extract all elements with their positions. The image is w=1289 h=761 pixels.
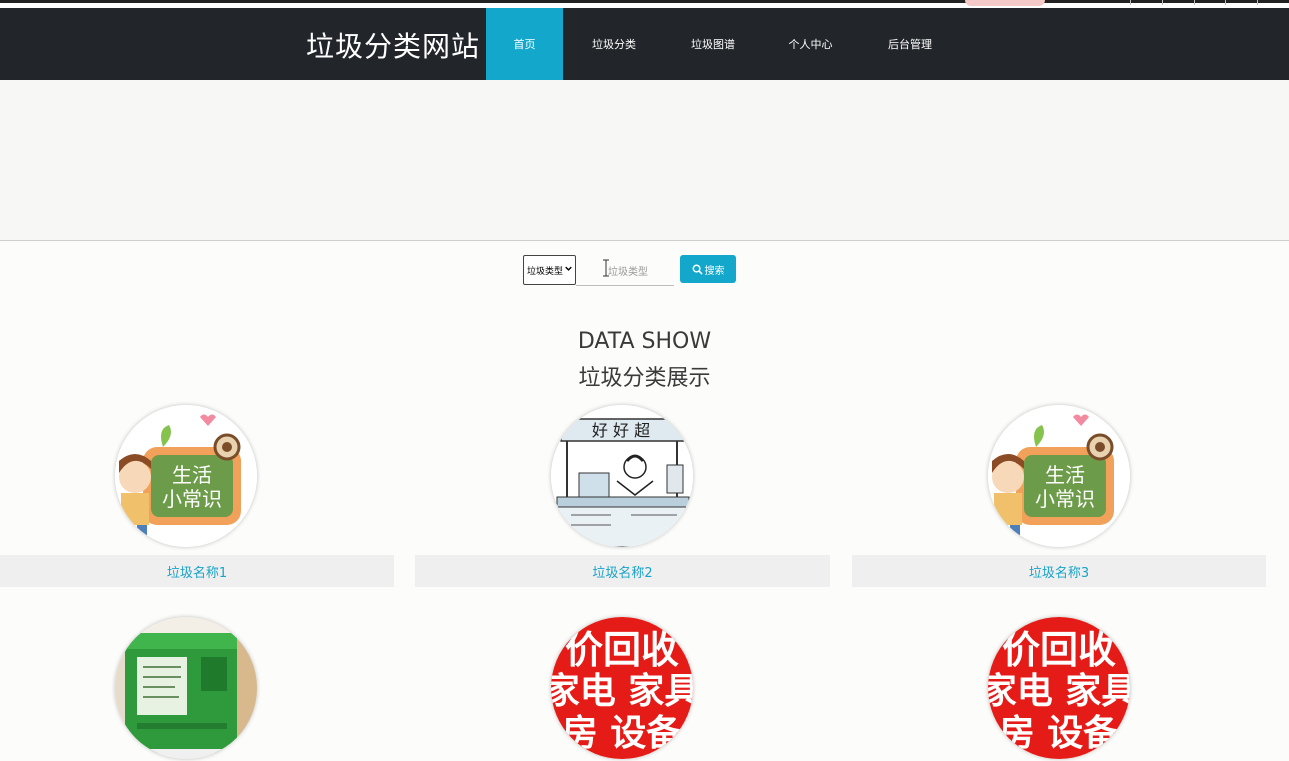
item-image-recycle-bin[interactable] [115,617,257,759]
svg-text:生活: 生活 [172,463,212,487]
type-select[interactable]: 垃圾类型 [523,255,576,285]
banner-area [0,80,1289,241]
item-caption-1[interactable]: 垃圾名称1 [0,555,394,587]
svg-text:家电 家具: 家电 家具 [988,671,1130,712]
nav-item-home[interactable]: 首页 [486,8,563,80]
navbar: 垃圾分类网站 首页 垃圾分类 垃圾图谱 个人中心 后台管理 [0,8,1289,80]
item-caption-3[interactable]: 垃圾名称3 [852,555,1266,587]
nav-item-admin[interactable]: 后台管理 [860,8,960,80]
browser-top-strip [0,0,1289,8]
svg-text:小常识: 小常识 [1035,487,1095,511]
recycle-ad-illustration: 价回收 家电 家具 房 设备 [988,617,1130,759]
life-tips-illustration: 生活 小常识 [115,405,257,547]
type-select-value: 垃圾类型 [527,266,564,277]
search-icon [692,264,703,275]
recycle-bin-photo [115,617,257,759]
item-name-1: 垃圾名称1 [166,565,228,581]
chevron-down-icon [565,266,572,271]
svg-text:家电 家具: 家电 家具 [551,671,693,712]
search-input[interactable]: 垃圾类型 [576,255,674,286]
svg-text:价回收: 价回收 [1002,628,1116,672]
svg-text:房 设备: 房 设备 [562,713,684,754]
item-caption-2[interactable]: 垃圾名称2 [415,555,830,587]
tab-edge [965,0,1045,6]
sketch-vendor-illustration: 好 好 超 [551,405,693,547]
svg-text:生活: 生活 [1045,463,1085,487]
svg-text:价回收: 价回收 [565,628,679,672]
item-image-life-tips[interactable]: 生活 小常识 [115,405,257,547]
item-name-3: 垃圾名称3 [1028,565,1090,581]
main-nav: 首页 垃圾分类 垃圾图谱 个人中心 后台管理 [486,8,960,80]
search-button-label: 搜索 [704,265,725,277]
section-title-zh: 垃圾分类展示 [578,366,711,391]
site-brand[interactable]: 垃圾分类网站 [306,25,480,65]
svg-text:房 设备: 房 设备 [999,713,1121,754]
item-name-2: 垃圾名称2 [592,565,653,581]
item-image-sketch[interactable]: 好 好 超 [551,405,693,547]
item-image-recycle-ad[interactable]: 价回收 家电 家具 房 设备 [551,617,693,759]
recycle-ad-illustration: 价回收 家电 家具 房 设备 [551,617,693,759]
svg-text:小常识: 小常识 [162,487,222,511]
section-title-en: DATA SHOW [577,329,712,354]
search-input-placeholder: 垃圾类型 [608,266,648,278]
text-cursor-icon [603,259,609,277]
nav-item-atlas[interactable]: 垃圾图谱 [665,8,761,80]
nav-item-profile[interactable]: 个人中心 [761,8,860,80]
svg-text:好 好 超: 好 好 超 [592,421,650,440]
window-controls [1130,0,1289,6]
nav-item-classification[interactable]: 垃圾分类 [563,8,665,80]
item-image-life-tips-2[interactable]: 生活 小常识 [988,405,1130,547]
life-tips-illustration: 生活 小常识 [988,405,1130,547]
search-button[interactable]: 搜索 [680,255,736,283]
item-image-recycle-ad-2[interactable]: 价回收 家电 家具 房 设备 [988,617,1130,759]
